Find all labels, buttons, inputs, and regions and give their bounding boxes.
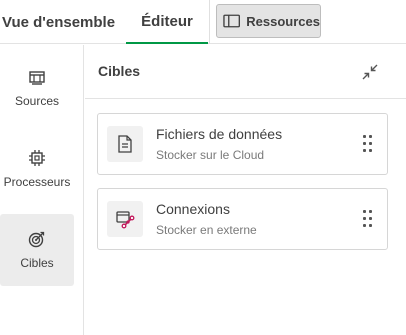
card-subtitle: Stocker sur le Cloud (156, 148, 265, 162)
rail-item-label: Processeurs (3, 175, 71, 189)
top-navigation-bar: Vue d'ensemble Éditeur Ressources (0, 0, 406, 44)
card-icon-container (107, 201, 143, 237)
resources-label: Ressources (246, 13, 320, 29)
tab-overview[interactable]: Vue d'ensemble (2, 0, 120, 44)
rail-item-sources[interactable]: Sources (0, 53, 74, 125)
collapse-arrows-icon (362, 64, 378, 80)
drag-handle-icon[interactable] (363, 135, 373, 153)
resources-side-rail: Sources Processeurs Cibles (0, 45, 84, 335)
processor-chip-icon (29, 150, 45, 166)
tab-divider (209, 0, 210, 44)
card-subtitle: Stocker en externe (156, 223, 257, 237)
panel-title: Cibles (98, 63, 141, 79)
rail-item-label: Sources (14, 94, 60, 108)
rail-item-targets[interactable]: Cibles (0, 214, 74, 286)
rail-item-processors[interactable]: Processeurs (0, 133, 74, 205)
card-icon-container (107, 126, 143, 162)
target-card-connections[interactable]: Connexions Stocker en externe (97, 188, 388, 250)
collapse-panel-button[interactable] (359, 61, 381, 83)
card-title: Connexions (156, 201, 230, 217)
target-card-data-files[interactable]: Fichiers de données Stocker sur le Cloud (97, 113, 388, 175)
sources-icon (29, 71, 45, 85)
document-icon (118, 135, 132, 153)
drag-handle-icon[interactable] (363, 210, 373, 228)
panel-header: Cibles (85, 45, 406, 99)
tab-editor[interactable]: Éditeur (126, 0, 208, 44)
resources-toggle-button[interactable]: Ressources (216, 4, 321, 38)
card-title: Fichiers de données (156, 126, 283, 142)
connection-icon (116, 211, 135, 229)
rail-item-label: Cibles (20, 256, 54, 270)
target-icon (28, 231, 45, 248)
panel-icon (223, 14, 240, 28)
